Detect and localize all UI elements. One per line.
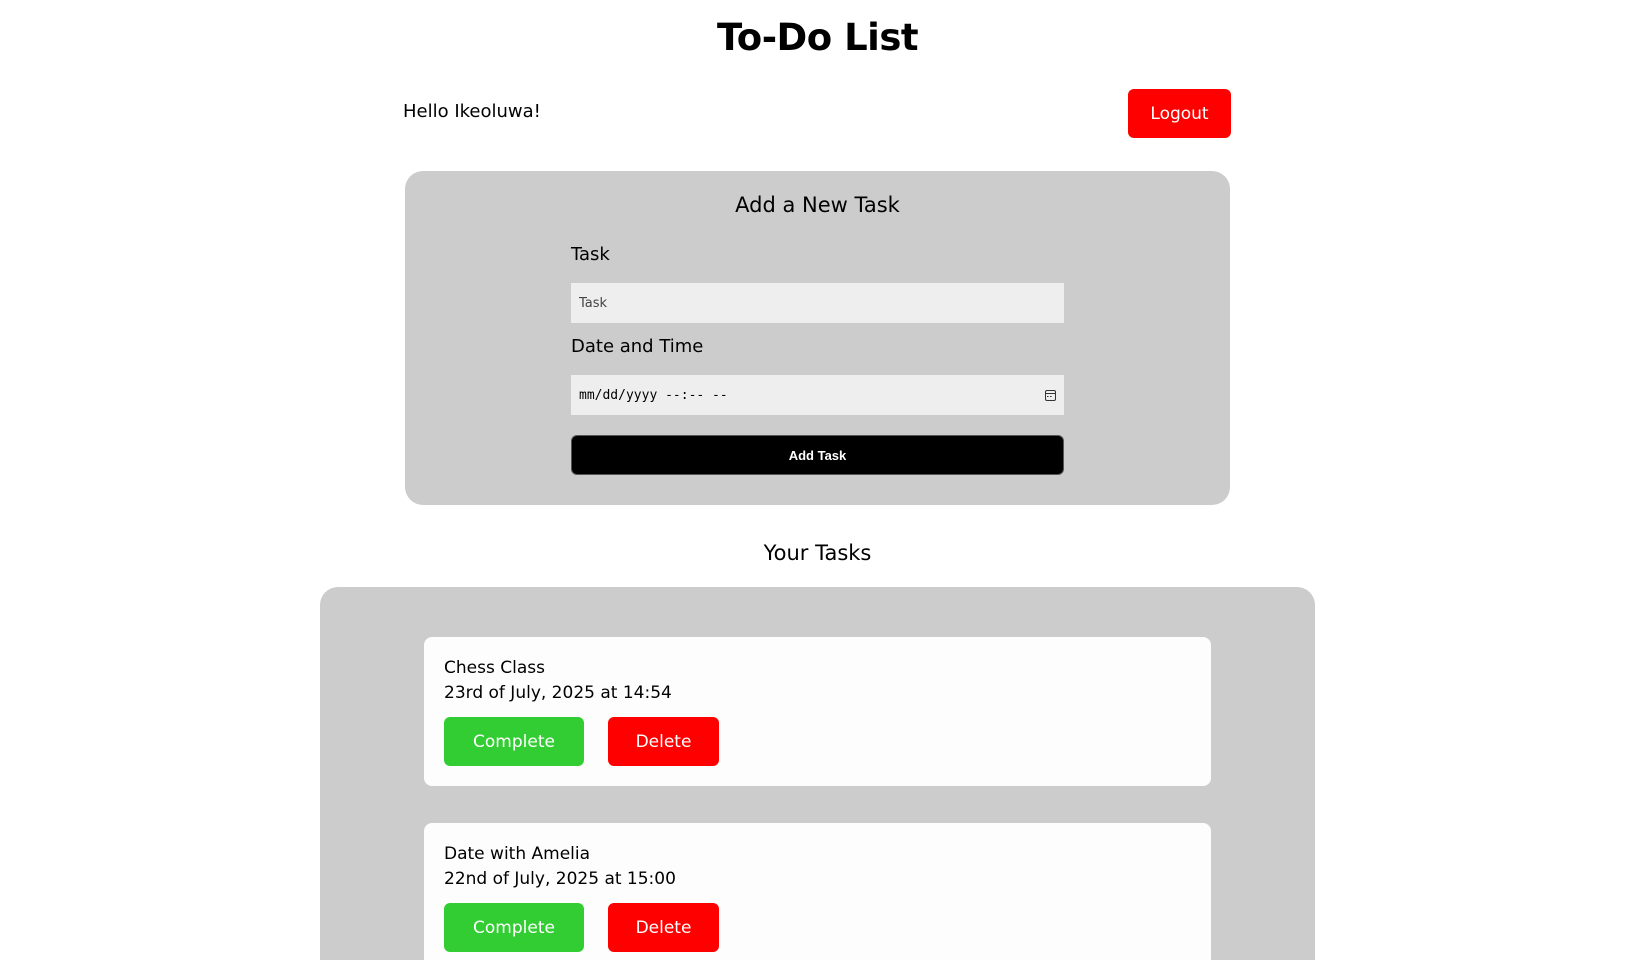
tasks-panel: Chess Class 23rd of July, 2025 at 14:54 …: [320, 587, 1315, 960]
complete-button[interactable]: Complete: [444, 903, 584, 952]
add-task-panel: Add a New Task Task Date and Time mm/dd/…: [405, 171, 1230, 505]
calendar-icon[interactable]: [1045, 389, 1056, 401]
date-time-label: Date and Time: [571, 336, 704, 357]
delete-button[interactable]: Delete: [608, 903, 719, 952]
page-title: To-Do List: [716, 16, 919, 59]
complete-button[interactable]: Complete: [444, 717, 584, 766]
task-name: Date with Amelia: [444, 844, 591, 864]
tasks-heading: Your Tasks: [763, 541, 872, 565]
task-name: Chess Class: [444, 658, 545, 678]
task-date: 22nd of July, 2025 at 15:00: [444, 869, 676, 889]
task-input[interactable]: [571, 283, 1064, 323]
greeting-text: Hello Ikeoluwa!: [403, 101, 541, 122]
delete-button[interactable]: Delete: [608, 717, 719, 766]
date-time-input[interactable]: mm/dd/yyyy --:-- --: [571, 375, 1064, 415]
task-card: Date with Amelia 22nd of July, 2025 at 1…: [424, 823, 1211, 960]
add-task-title: Add a New Task: [735, 193, 900, 217]
task-card: Chess Class 23rd of July, 2025 at 14:54 …: [424, 637, 1211, 786]
date-time-placeholder: mm/dd/yyyy --:-- --: [579, 387, 728, 403]
task-field-label: Task: [571, 244, 610, 265]
add-task-button[interactable]: Add Task: [571, 435, 1064, 475]
task-date: 23rd of July, 2025 at 14:54: [444, 683, 672, 703]
logout-button[interactable]: Logout: [1128, 89, 1231, 138]
todo-page: To-Do List Hello Ikeoluwa! Logout Add a …: [0, 0, 1635, 960]
